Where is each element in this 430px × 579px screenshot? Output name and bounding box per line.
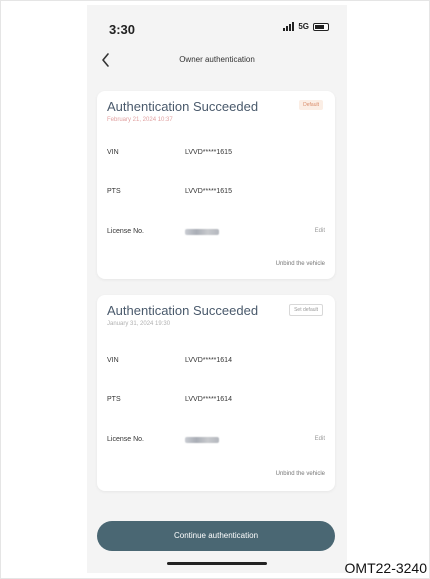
network-type: 5G — [298, 22, 309, 31]
pts-value: LVVD*****1615 — [185, 188, 232, 195]
edit-license-button[interactable]: Edit — [315, 228, 325, 234]
auth-status-title: Authentication Succeeded — [107, 303, 259, 318]
status-indicators: 5G — [283, 22, 329, 31]
battery-icon — [313, 22, 329, 31]
vin-value: LVVD*****1615 — [185, 149, 232, 156]
auth-card-1: Authentication Succeeded Default Februar… — [97, 91, 335, 279]
vin-label: VIN — [107, 149, 119, 156]
auth-date: February 21, 2024 10:37 — [107, 117, 173, 123]
pts-label: PTS — [107, 188, 121, 195]
edit-license-button[interactable]: Edit — [315, 436, 325, 442]
signal-icon — [283, 22, 295, 31]
status-bar: 3:30 5G — [87, 5, 347, 45]
auth-card-2: Authentication Succeeded Set default Jan… — [97, 295, 335, 491]
pts-label: PTS — [107, 396, 121, 403]
status-time: 3:30 — [109, 22, 136, 37]
phone-screen: 3:30 5G Owner authentication Authenticat… — [87, 5, 347, 573]
figure-frame: 3:30 5G Owner authentication Authenticat… — [0, 0, 430, 579]
vin-label: VIN — [107, 357, 119, 364]
license-value-blurred — [185, 437, 219, 443]
set-default-button[interactable]: Set default — [289, 304, 323, 316]
unbind-vehicle-button[interactable]: Unbind the vehicle — [276, 471, 325, 477]
unbind-vehicle-button[interactable]: Unbind the vehicle — [276, 261, 325, 267]
figure-code: OMT22-3240 — [344, 560, 427, 576]
license-value-blurred — [185, 229, 219, 235]
license-label: License No. — [107, 436, 144, 443]
continue-authentication-button[interactable]: Continue authentication — [97, 521, 335, 551]
page-title: Owner authentication — [179, 55, 255, 64]
pts-value: LVVD*****1614 — [185, 396, 232, 403]
license-label: License No. — [107, 228, 144, 235]
vin-value: LVVD*****1614 — [185, 357, 232, 364]
auth-status-title: Authentication Succeeded — [107, 99, 259, 114]
default-badge: Default — [299, 100, 323, 110]
home-indicator[interactable] — [167, 562, 267, 565]
auth-date: January 31, 2024 19:30 — [107, 321, 171, 327]
nav-bar: Owner authentication — [87, 45, 347, 77]
